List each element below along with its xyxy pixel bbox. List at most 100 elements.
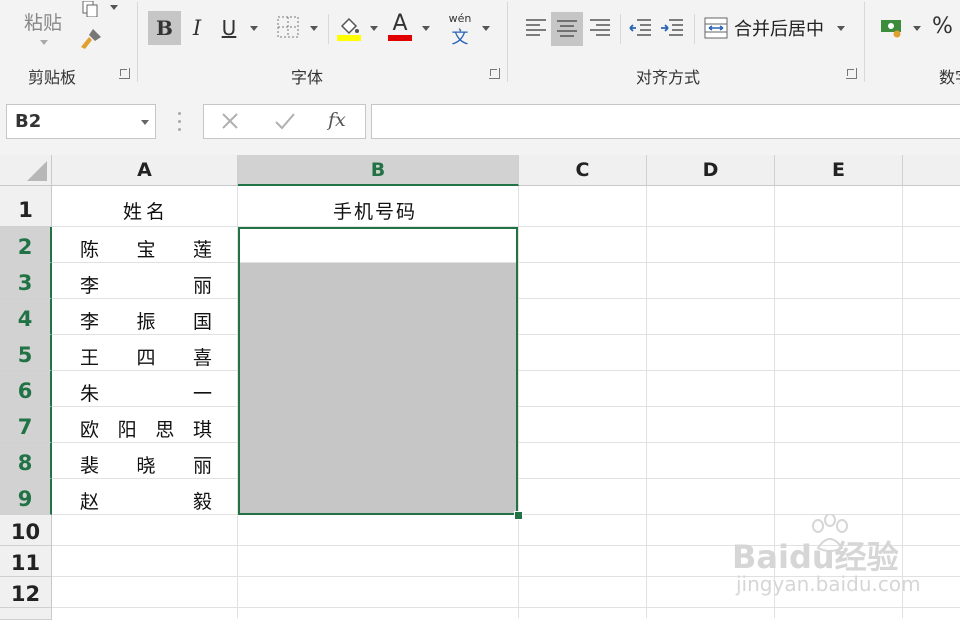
underline-label: U xyxy=(221,16,237,40)
column-header-a[interactable]: A xyxy=(52,155,238,186)
name-char: 思 xyxy=(155,419,175,441)
dialog-launcher-icon[interactable] xyxy=(119,68,130,79)
cell-a5[interactable]: 王四喜 xyxy=(80,343,212,370)
borders-icon[interactable] xyxy=(276,15,300,39)
name-char: 国 xyxy=(192,311,212,333)
chevron-down-icon[interactable] xyxy=(913,26,921,31)
cell-a1[interactable]: 姓名 xyxy=(123,197,169,224)
name-char: 朱 xyxy=(80,383,100,405)
row-header-4[interactable]: 4 xyxy=(0,299,52,335)
formula-input[interactable] xyxy=(371,104,960,139)
merge-center-button[interactable]: 合并后居中 xyxy=(702,12,852,44)
check-icon[interactable] xyxy=(274,111,296,135)
name-box[interactable]: B2 xyxy=(6,104,156,139)
alignment-group-label: 对齐方式 xyxy=(636,68,701,87)
row-header-7[interactable]: 7 xyxy=(0,407,52,443)
row-header-12[interactable]: 12 xyxy=(0,577,52,608)
name-char: 毅 xyxy=(192,491,212,513)
name-char: 陈 xyxy=(80,239,100,261)
row-header-3[interactable]: 3 xyxy=(0,263,52,299)
decrease-indent-icon[interactable] xyxy=(624,12,656,44)
align-left-icon[interactable] xyxy=(520,12,552,44)
name-char: 莲 xyxy=(192,239,212,261)
chevron-down-icon[interactable] xyxy=(482,26,490,31)
align-center-icon[interactable] xyxy=(551,12,583,46)
phonetic-guide-button[interactable]: wén 文 xyxy=(444,10,476,48)
row-header-1[interactable]: 1 xyxy=(0,186,52,227)
cell-b1[interactable]: 手机号码 xyxy=(333,197,417,224)
align-right-icon[interactable] xyxy=(584,12,616,44)
name-char: 赵 xyxy=(80,491,100,513)
watermark-url: jingyan.baidu.com xyxy=(736,572,921,596)
font-color-label: A xyxy=(392,11,408,36)
paste-button[interactable]: 粘贴 xyxy=(14,0,70,50)
group-separator xyxy=(864,2,865,82)
paste-label: 粘贴 xyxy=(24,12,63,34)
column-header-f[interactable] xyxy=(903,155,960,186)
formula-buttons: fx xyxy=(203,104,366,139)
name-char: 李 xyxy=(80,275,100,297)
row-header-9[interactable]: 9 xyxy=(0,479,52,515)
row-header-11[interactable]: 11 xyxy=(0,546,52,577)
cell-a3[interactable]: 李丽 xyxy=(80,271,212,298)
italic-label: I xyxy=(192,16,202,40)
chevron-down-icon[interactable] xyxy=(110,5,118,10)
ribbon: 粘贴 剪贴板 B I U A wén 文 字体 合并后居中 对齐方式 % 数 xyxy=(0,0,960,90)
name-char: 琪 xyxy=(192,419,212,441)
italic-button[interactable]: I xyxy=(184,11,210,45)
chevron-down-icon[interactable] xyxy=(250,26,258,31)
font-color-button[interactable]: A xyxy=(386,11,414,45)
name-box-value: B2 xyxy=(15,111,42,132)
cell-a9[interactable]: 赵毅 xyxy=(80,487,212,514)
name-char: 一 xyxy=(192,383,212,405)
row-header-5[interactable]: 5 xyxy=(0,335,52,371)
fill-color-icon[interactable] xyxy=(336,11,362,45)
chevron-down-icon[interactable] xyxy=(370,26,378,31)
cell-a2[interactable]: 陈宝莲 xyxy=(80,235,212,262)
fill-handle[interactable] xyxy=(514,511,523,520)
row-header-6[interactable]: 6 xyxy=(0,371,52,407)
name-char: 晓 xyxy=(136,455,156,477)
increase-indent-icon[interactable] xyxy=(656,12,688,44)
column-header-b[interactable]: B xyxy=(238,155,519,186)
chevron-down-icon[interactable] xyxy=(422,26,430,31)
row-header-13[interactable] xyxy=(0,608,52,620)
row-header-10[interactable]: 10 xyxy=(0,515,52,546)
font-group-label: 字体 xyxy=(291,68,324,87)
name-char: 李 xyxy=(80,311,100,333)
cell-a6[interactable]: 朱一 xyxy=(80,379,212,406)
gridline xyxy=(902,186,903,618)
group-separator xyxy=(694,14,695,44)
percent-style-button[interactable]: % xyxy=(932,14,953,39)
name-char: 王 xyxy=(80,347,100,369)
row-header-2[interactable]: 2 xyxy=(0,227,52,263)
cell-a7[interactable]: 欧阳思琪 xyxy=(80,415,212,442)
dialog-launcher-icon[interactable] xyxy=(846,68,857,79)
merge-center-label: 合并后居中 xyxy=(734,19,824,40)
cell-a4[interactable]: 李振国 xyxy=(80,307,212,334)
column-header-c[interactable]: C xyxy=(519,155,647,186)
format-painter-icon[interactable] xyxy=(76,26,104,52)
name-char: 裴 xyxy=(80,455,100,477)
formula-bar-grip-icon xyxy=(178,112,181,132)
selection-range-b2-b9[interactable] xyxy=(238,227,518,515)
accounting-format-icon[interactable] xyxy=(878,14,906,42)
group-separator xyxy=(328,14,329,44)
cross-icon[interactable] xyxy=(220,111,240,135)
select-all-button[interactable] xyxy=(0,155,52,186)
cell-a8[interactable]: 裴晓丽 xyxy=(80,451,212,478)
fx-icon[interactable]: fx xyxy=(328,109,346,131)
name-char: 振 xyxy=(136,311,156,333)
underline-button[interactable]: U xyxy=(216,11,242,45)
number-group-label: 数字 xyxy=(939,68,960,87)
chevron-down-icon[interactable] xyxy=(141,120,149,125)
column-header-d[interactable]: D xyxy=(647,155,775,186)
column-header-e[interactable]: E xyxy=(775,155,903,186)
dialog-launcher-icon[interactable] xyxy=(489,68,500,79)
name-char: 欧 xyxy=(80,419,100,441)
chevron-down-icon[interactable] xyxy=(310,26,318,31)
bold-button[interactable]: B xyxy=(148,11,181,45)
copy-icon[interactable] xyxy=(78,0,102,18)
name-char: 四 xyxy=(136,347,156,369)
row-header-8[interactable]: 8 xyxy=(0,443,52,479)
